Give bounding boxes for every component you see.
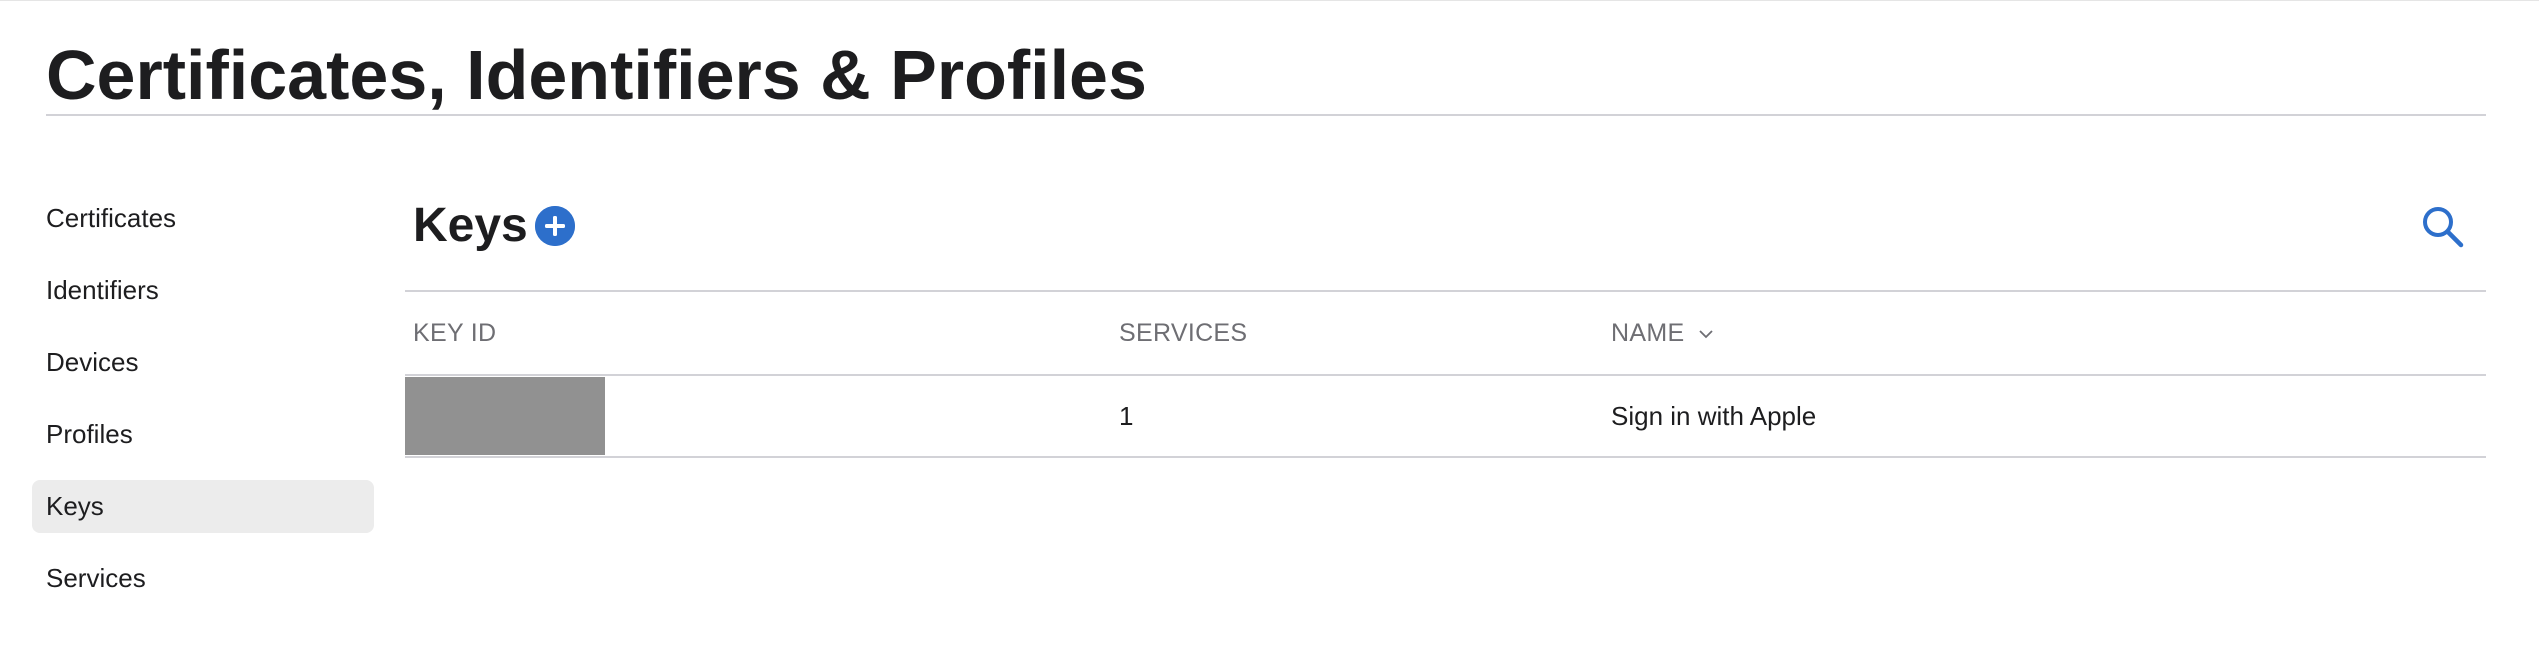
sidebar-item-profiles[interactable]: Profiles xyxy=(32,408,374,461)
sidebar: Certificates Identifiers Devices Profile… xyxy=(32,192,374,624)
plus-circle-icon xyxy=(535,206,575,246)
column-header-key-id[interactable]: KEY ID xyxy=(405,292,1119,376)
sidebar-item-identifiers[interactable]: Identifiers xyxy=(32,264,374,317)
section-title: Keys xyxy=(413,199,528,252)
column-header-label: SERVICES xyxy=(1119,318,1248,347)
sidebar-item-label: Profiles xyxy=(46,419,133,449)
sidebar-item-label: Certificates xyxy=(46,203,177,233)
chevron-down-icon xyxy=(1699,330,1713,339)
table-row[interactable]: 1 Sign in with Apple xyxy=(405,375,2486,458)
key-id-cell xyxy=(405,375,1119,458)
redacted-key-id xyxy=(405,377,605,455)
sidebar-item-label: Devices xyxy=(46,347,139,377)
main-content: Keys KEY ID SERVICES NAME 1 Sign in with… xyxy=(405,180,2486,458)
table-header-row: KEY ID SERVICES NAME xyxy=(405,292,2486,376)
sidebar-item-label: Identifiers xyxy=(46,275,159,305)
search-icon xyxy=(2423,207,2464,248)
services-cell: 1 xyxy=(1119,375,1611,458)
top-divider xyxy=(0,0,2539,1)
name-cell: Sign in with Apple xyxy=(1611,375,2486,458)
column-header-label: NAME xyxy=(1611,318,1685,347)
column-header-label: KEY ID xyxy=(413,318,497,347)
add-key-button[interactable] xyxy=(535,206,575,246)
sidebar-item-certificates[interactable]: Certificates xyxy=(32,192,374,245)
column-header-services[interactable]: SERVICES xyxy=(1119,292,1611,376)
column-header-name[interactable]: NAME xyxy=(1611,292,2486,376)
page-title: Certificates, Identifiers & Profiles xyxy=(46,36,1147,114)
sidebar-item-label: Services xyxy=(46,563,146,593)
keys-table: KEY ID SERVICES NAME 1 Sign in with Appl… xyxy=(405,292,2486,458)
sidebar-item-keys[interactable]: Keys xyxy=(32,480,374,533)
page: Certificates, Identifiers & Profiles Cer… xyxy=(0,0,2539,649)
title-divider xyxy=(46,114,2486,116)
sidebar-item-services[interactable]: Services xyxy=(32,552,374,605)
sidebar-item-devices[interactable]: Devices xyxy=(32,336,374,389)
sidebar-item-label: Keys xyxy=(46,491,104,521)
section-header: Keys xyxy=(405,180,2486,292)
search-button[interactable] xyxy=(2420,204,2466,250)
